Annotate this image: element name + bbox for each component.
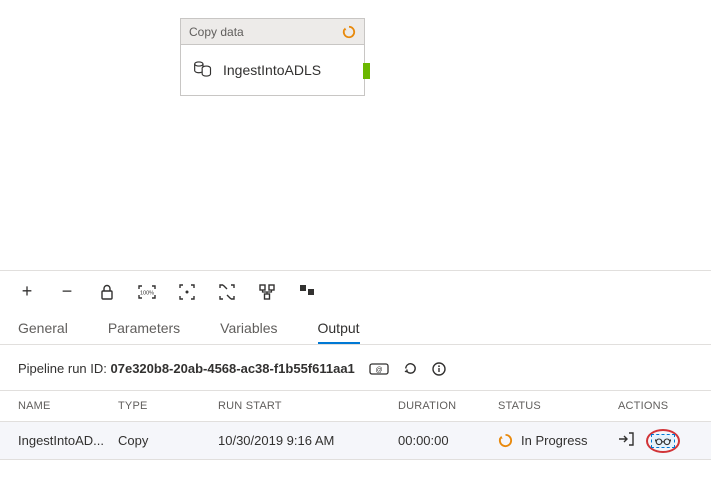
col-header-run-start: RUN START	[218, 400, 398, 412]
cell-actions	[618, 429, 693, 453]
col-header-status: STATUS	[498, 400, 618, 412]
table-row[interactable]: IngestIntoAD... Copy 10/30/2019 9:16 AM …	[0, 422, 711, 460]
col-header-duration: DURATION	[398, 400, 498, 412]
in-progress-icon	[498, 433, 513, 448]
svg-text:@: @	[375, 367, 382, 374]
status-text: In Progress	[521, 433, 587, 448]
cell-type: Copy	[118, 433, 218, 448]
tab-general[interactable]: General	[18, 320, 68, 344]
activity-success-port[interactable]	[363, 63, 370, 79]
zoom-in-button[interactable]: +	[18, 283, 36, 301]
in-progress-icon	[342, 25, 356, 39]
cell-name: IngestIntoAD...	[18, 433, 118, 448]
info-button[interactable]	[432, 362, 446, 376]
input-action-button[interactable]	[618, 432, 634, 449]
run-id-label: Pipeline run ID:	[18, 361, 111, 376]
database-icon	[193, 60, 213, 81]
refresh-button[interactable]	[403, 361, 418, 376]
pipeline-run-info: Pipeline run ID: 07e320b8-20ab-4568-ac38…	[0, 345, 711, 390]
cell-duration: 00:00:00	[398, 433, 498, 448]
col-header-actions: ACTIONS	[618, 400, 693, 412]
fullscreen-button[interactable]	[218, 283, 236, 301]
pipeline-canvas[interactable]: Copy data IngestIntoADLS	[0, 0, 711, 270]
details-action-button[interactable]	[651, 434, 675, 448]
details-action-highlight	[646, 429, 680, 453]
tab-parameters[interactable]: Parameters	[108, 320, 180, 344]
tab-output[interactable]: Output	[318, 320, 360, 344]
svg-text:100%: 100%	[140, 290, 154, 296]
zoom-100-button[interactable]: 100%	[138, 283, 156, 301]
zoom-fit-button[interactable]	[178, 283, 196, 301]
activity-node-copy-data[interactable]: Copy data IngestIntoADLS	[180, 18, 365, 96]
activity-runs-table-header: NAME TYPE RUN START DURATION STATUS ACTI…	[0, 390, 711, 422]
activity-type-label: Copy data	[189, 25, 244, 39]
tab-variables[interactable]: Variables	[220, 320, 277, 344]
auto-align-button[interactable]	[258, 283, 276, 301]
activity-name: IngestIntoADLS	[223, 62, 321, 78]
col-header-name: NAME	[18, 400, 118, 412]
cell-status: In Progress	[498, 433, 618, 448]
panel-tabs: General Parameters Variables Output	[0, 312, 711, 345]
layout-button[interactable]	[298, 283, 316, 301]
run-id-value: 07e320b8-20ab-4568-ac38-f1b55f611aa1	[111, 361, 355, 376]
col-header-type: TYPE	[118, 400, 218, 412]
activity-body: IngestIntoADLS	[181, 45, 364, 95]
lock-button[interactable]	[98, 283, 116, 301]
activity-header: Copy data	[181, 19, 364, 45]
canvas-toolbar: + − 100%	[0, 270, 711, 312]
copy-run-id-button[interactable]: @	[369, 362, 389, 376]
zoom-out-button[interactable]: −	[58, 283, 76, 301]
cell-run-start: 10/30/2019 9:16 AM	[218, 433, 398, 448]
